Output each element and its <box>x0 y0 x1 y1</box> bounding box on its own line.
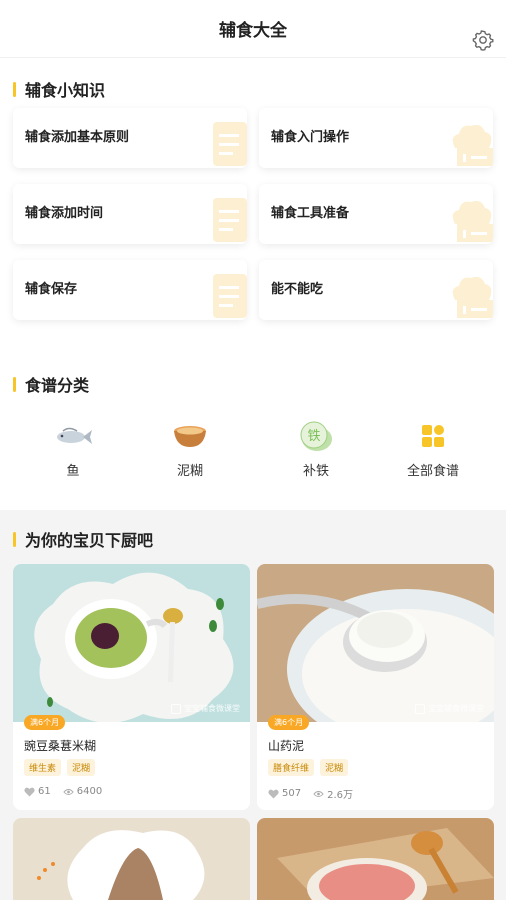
category-label: 补铁 <box>302 464 329 479</box>
recipe-section-title: 食谱分类 <box>0 373 89 395</box>
heart-icon <box>24 787 35 797</box>
section-accent-bar <box>13 531 16 547</box>
knowledge-card-timing[interactable]: 辅食添加时间 <box>13 184 247 244</box>
document-icon <box>213 198 247 242</box>
recipe-image: 宝宝辅食微课堂 <box>13 564 250 722</box>
eye-icon <box>63 788 74 795</box>
recipe-card[interactable]: 宝宝辅食微课堂 满6个月 豌豆桑葚米糊 维生素 泥糊 61 6400 <box>13 564 250 810</box>
recipe-card[interactable] <box>257 818 494 900</box>
recipe-name: 山药泥 <box>268 739 305 753</box>
category-label: 鱼 <box>66 464 80 479</box>
knowledge-card-label: 能不能吃 <box>271 282 324 297</box>
knowledge-card-label: 辅食添加时间 <box>25 206 104 221</box>
chef-hat-icon <box>452 124 493 166</box>
knowledge-card-intro[interactable]: 辅食入门操作 <box>259 108 493 168</box>
recipe-image <box>257 818 494 900</box>
knowledge-card-tools[interactable]: 辅食工具准备 <box>259 184 493 244</box>
knowledge-card-principles[interactable]: 辅食添加基本原则 <box>13 108 247 168</box>
recipe-tags: 维生素 泥糊 <box>24 759 96 776</box>
eye-icon <box>313 790 324 797</box>
recipe-image <box>13 818 250 900</box>
watermark: 宝宝辅食微课堂 <box>415 703 484 714</box>
gear-icon[interactable] <box>472 29 494 51</box>
recipe-image: 宝宝辅食微课堂 <box>257 564 494 722</box>
knowledge-card-label: 辅食入门操作 <box>271 130 350 145</box>
svg-text:铁: 铁 <box>307 429 320 444</box>
recipe-tag: 维生素 <box>24 759 62 776</box>
category-fish[interactable]: 鱼 <box>28 418 118 479</box>
recipe-card[interactable] <box>13 818 250 900</box>
cook-title-text: 为你的宝贝下厨吧 <box>25 531 154 550</box>
like-count: 61 <box>38 786 51 797</box>
page-title: 辅食大全 <box>219 21 287 41</box>
knowledge-card-can-eat[interactable]: 能不能吃 <box>259 260 493 320</box>
section-accent-bar <box>13 81 16 97</box>
category-label: 泥糊 <box>176 464 203 479</box>
watermark: 宝宝辅食微课堂 <box>171 703 240 714</box>
app-header: 辅食大全 <box>0 0 506 58</box>
grid-icon <box>422 425 444 447</box>
recipe-tag: 泥糊 <box>320 759 349 776</box>
iron-icon: 铁 <box>300 421 332 451</box>
knowledge-card-label: 辅食工具准备 <box>271 206 350 221</box>
chef-hat-icon <box>452 276 493 318</box>
view-count: 2.6万 <box>327 790 353 801</box>
recipe-tags: 膳食纤维 泥糊 <box>268 759 349 776</box>
knowledge-card-label: 辅食添加基本原则 <box>25 130 130 145</box>
recipe-tag: 膳食纤维 <box>268 759 315 776</box>
age-badge: 满6个月 <box>24 715 66 730</box>
document-icon <box>213 122 247 166</box>
category-all-recipes[interactable]: 全部食谱 <box>388 418 478 479</box>
like-count: 507 <box>282 788 302 799</box>
knowledge-card-label: 辅食保存 <box>25 282 78 297</box>
cook-section-title: 为你的宝贝下厨吧 <box>0 528 153 550</box>
category-label: 全部食谱 <box>406 464 459 479</box>
section-accent-bar <box>13 376 16 392</box>
knowledge-card-storage[interactable]: 辅食保存 <box>13 260 247 320</box>
chef-hat-icon <box>452 200 493 242</box>
fish-icon <box>57 427 92 444</box>
bowl-icon <box>174 426 206 447</box>
document-icon <box>213 274 247 318</box>
recipe-stats: 507 2.6万 <box>268 786 353 801</box>
category-iron[interactable]: 铁 补铁 <box>271 418 361 479</box>
recipe-stats: 61 6400 <box>24 786 102 797</box>
recipe-title-text: 食谱分类 <box>25 376 90 395</box>
heart-icon <box>268 789 279 799</box>
view-count: 6400 <box>76 786 103 797</box>
age-badge: 满6个月 <box>268 715 310 730</box>
recipe-card[interactable]: 宝宝辅食微课堂 满6个月 山药泥 膳食纤维 泥糊 507 2.6万 <box>257 564 494 810</box>
recipe-name: 豌豆桑葚米糊 <box>24 739 97 753</box>
category-puree[interactable]: 泥糊 <box>145 418 235 479</box>
knowledge-section-title: 辅食小知识 <box>0 78 105 100</box>
recipe-tag: 泥糊 <box>67 759 96 776</box>
knowledge-title-text: 辅食小知识 <box>25 81 106 100</box>
